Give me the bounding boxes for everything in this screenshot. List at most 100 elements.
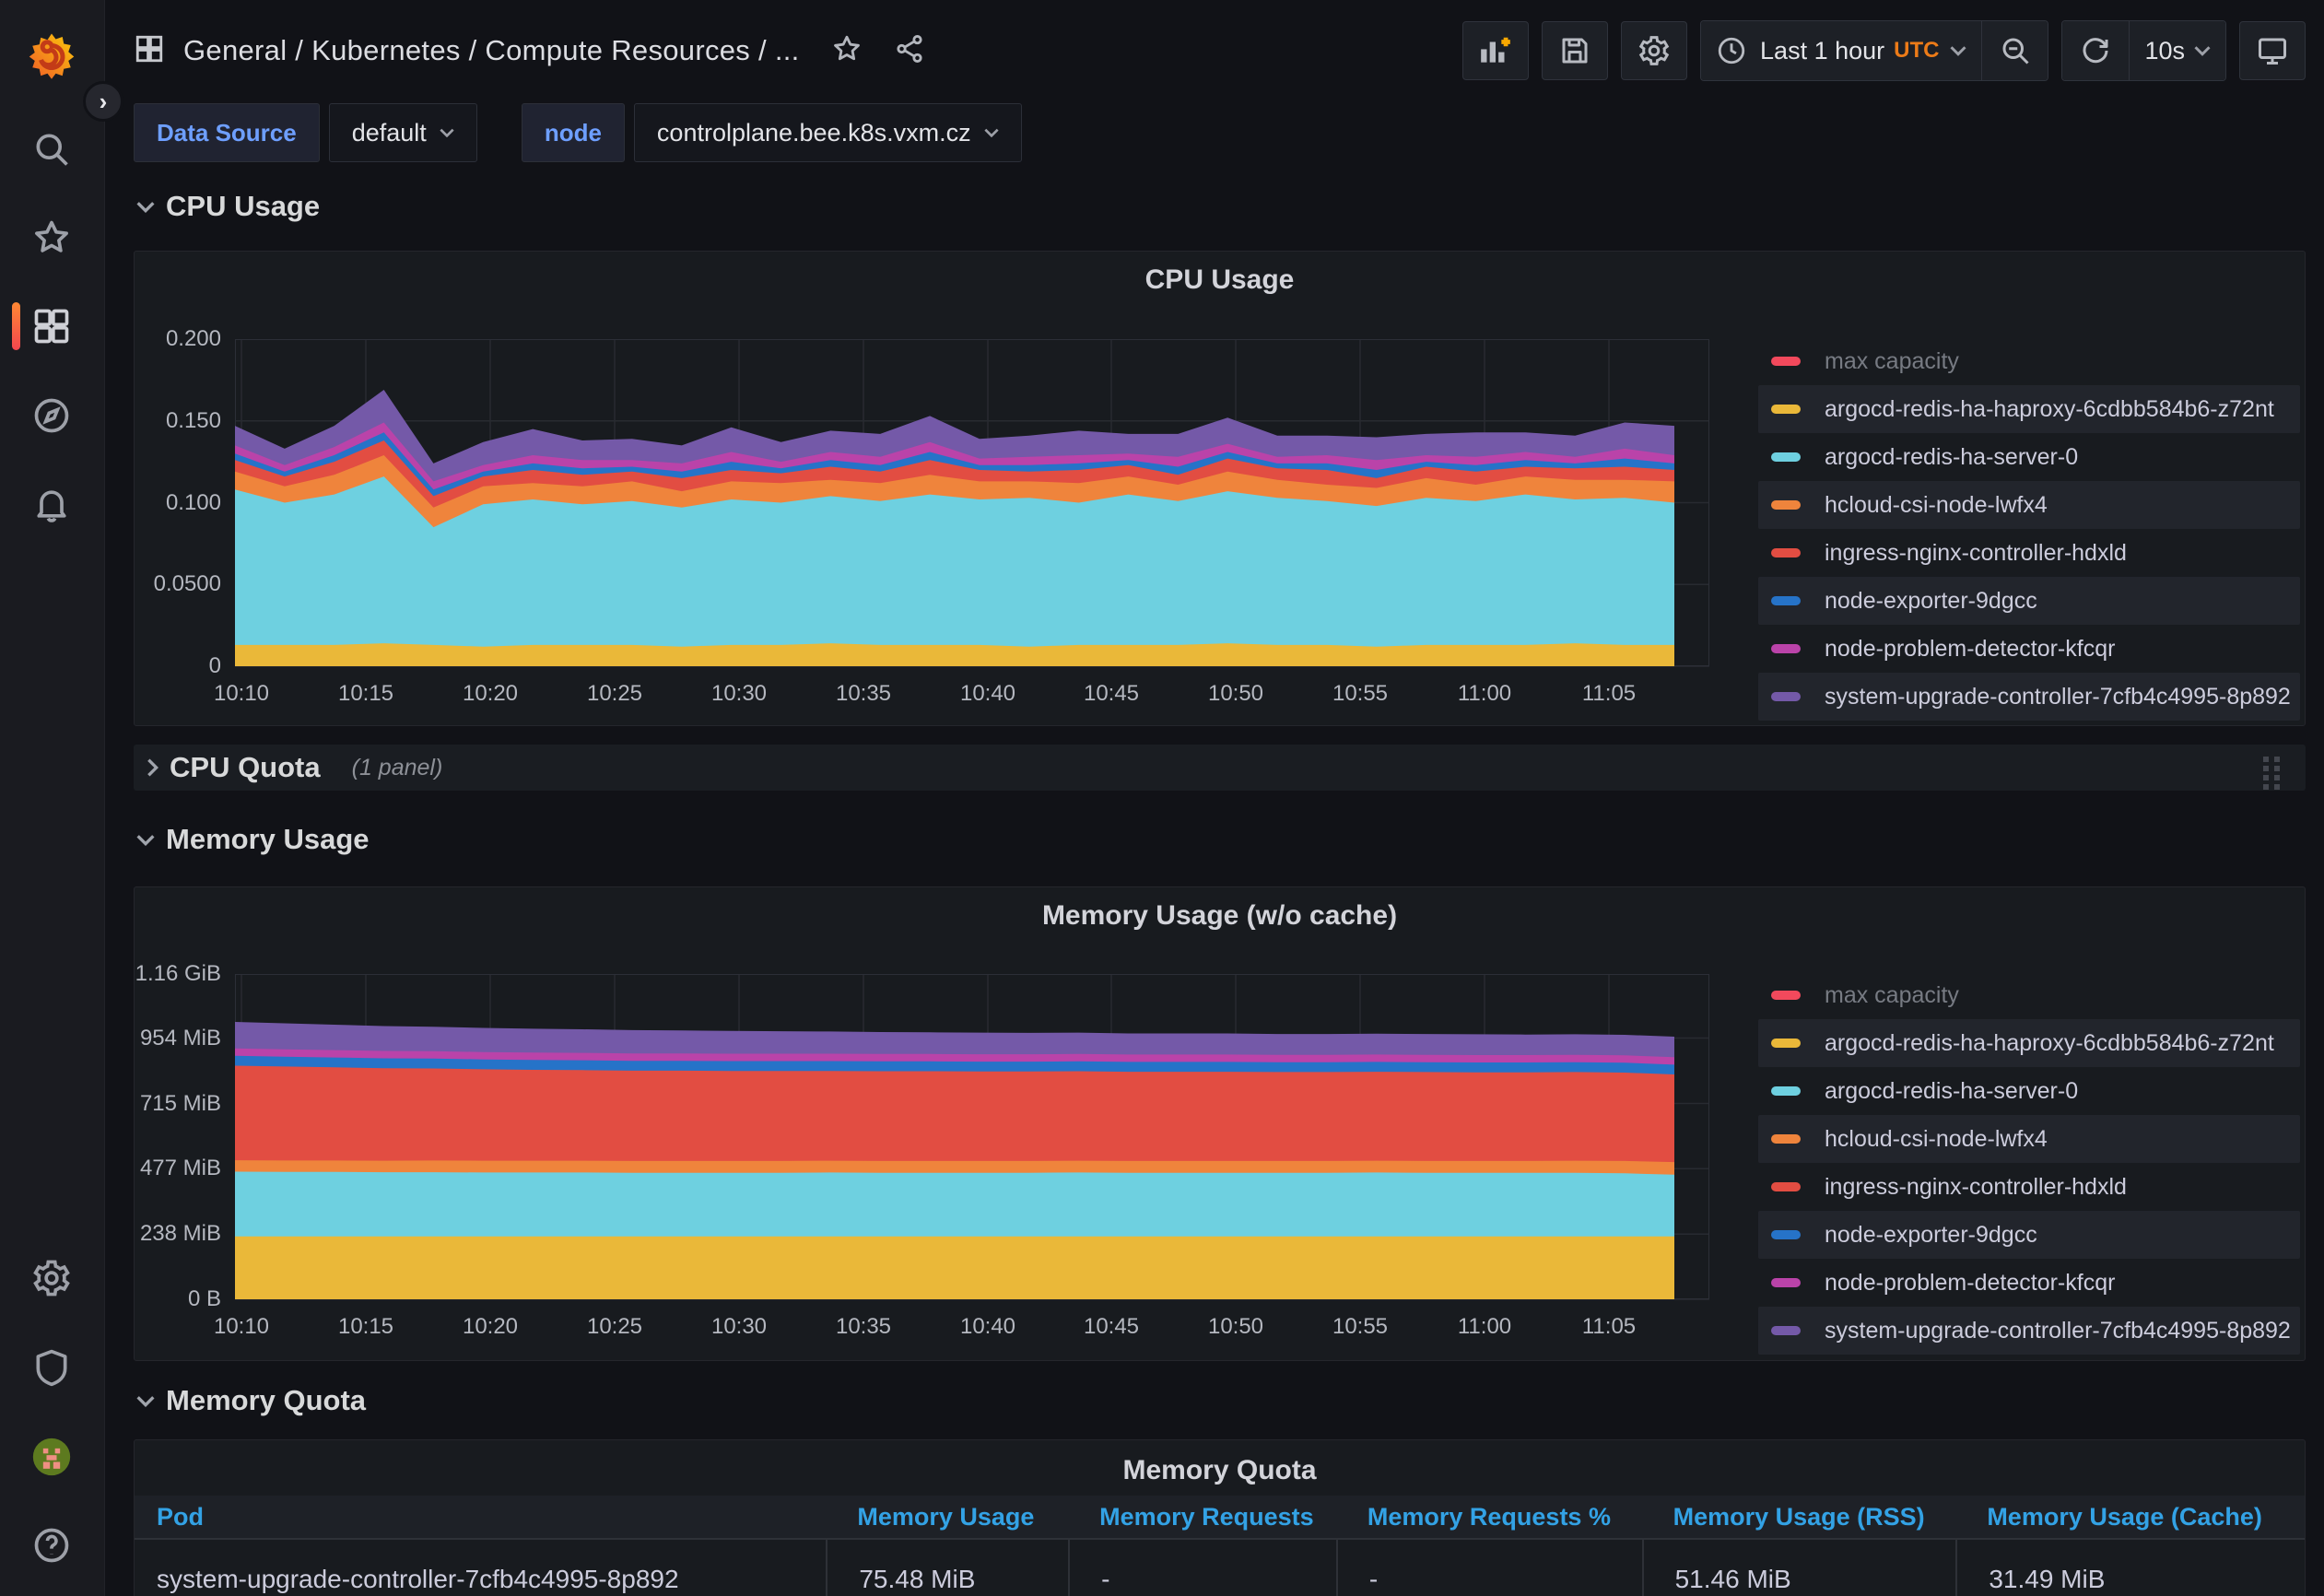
legend-series-name[interactable]: max capacity — [1825, 348, 1959, 375]
section-memory-quota[interactable]: Memory Quota — [136, 1384, 366, 1417]
active-section-indicator — [12, 302, 20, 350]
column-header[interactable]: Memory Usage — [826, 1496, 1068, 1538]
legend-item[interactable]: ingress-nginx-controller-hdxld — [1758, 529, 2300, 577]
chevron-down-icon — [136, 834, 155, 846]
cycle-view-mode-button[interactable] — [2239, 21, 2306, 80]
help-icon[interactable] — [31, 1525, 72, 1566]
legend-item[interactable]: node-problem-detector-kfcqr — [1758, 1259, 2300, 1307]
chevron-down-icon — [1950, 45, 1966, 56]
star-dashboard-icon[interactable] — [831, 33, 863, 69]
search-icon[interactable] — [31, 129, 72, 170]
timezone-label: UTC — [1894, 38, 1939, 64]
legend-item[interactable]: hcloud-csi-node-lwfx4 — [1758, 481, 2300, 529]
add-panel-button[interactable] — [1462, 21, 1529, 80]
legend-series-name[interactable]: argocd-redis-ha-server-0 — [1825, 444, 2078, 471]
table-row: system-upgrade-controller-7cfb4c4995-8p8… — [135, 1540, 2305, 1596]
breadcrumb[interactable]: General / Kubernetes / Compute Resources… — [183, 34, 800, 67]
legend-item[interactable]: max capacity — [1758, 971, 2300, 1019]
refresh-interval-picker[interactable]: 10s — [2129, 21, 2225, 80]
dashboard-settings-button[interactable] — [1621, 21, 1687, 80]
section-cpu-usage[interactable]: CPU Usage — [136, 190, 320, 223]
legend-series-name[interactable]: ingress-nginx-controller-hdxld — [1825, 1174, 2127, 1201]
configuration-gear-icon[interactable] — [31, 1258, 72, 1298]
legend-series-name[interactable]: node-problem-detector-kfcqr — [1825, 1270, 2115, 1297]
column-header[interactable]: Memory Requests — [1068, 1496, 1336, 1538]
legend-series-name[interactable]: hcloud-csi-node-lwfx4 — [1825, 492, 2048, 519]
datasource-variable-label: Data Source — [134, 103, 320, 162]
legend-series-name[interactable]: hcloud-csi-node-lwfx4 — [1825, 1126, 2048, 1153]
legend-item[interactable]: ingress-nginx-controller-hdxld — [1758, 1163, 2300, 1211]
sidebar — [0, 0, 105, 1596]
legend-item[interactable]: argocd-redis-ha-server-0 — [1758, 433, 2300, 481]
dashboard-variables: Data Source default node controlplane.be… — [134, 103, 1022, 162]
legend-item[interactable]: argocd-redis-ha-haproxy-6cdbb584b6-z72nt — [1758, 385, 2300, 433]
share-dashboard-icon[interactable] — [894, 33, 925, 69]
legend-series-name[interactable]: system-upgrade-controller-7cfb4c4995-8p8… — [1825, 684, 2291, 710]
section-memory-usage[interactable]: Memory Usage — [136, 823, 370, 856]
legend-color-swatch — [1771, 1278, 1801, 1287]
refresh-interval-label: 10s — [2144, 37, 2185, 65]
legend-series-name[interactable]: node-problem-detector-kfcqr — [1825, 636, 2115, 663]
legend-item[interactable]: node-problem-detector-kfcqr — [1758, 625, 2300, 673]
cpu-usage-legend: max capacity argocd-redis-ha-haproxy-6cdb… — [1758, 337, 2300, 721]
legend-color-swatch — [1771, 1182, 1801, 1191]
legend-item[interactable]: node-exporter-9dgcc — [1758, 1211, 2300, 1259]
legend-color-swatch — [1771, 500, 1801, 510]
user-avatar[interactable] — [31, 1437, 72, 1477]
time-range-picker[interactable]: Last 1 hour UTC — [1701, 21, 1981, 80]
section-cpu-quota[interactable]: CPU Quota (1 panel) — [134, 745, 2306, 791]
legend-series-name[interactable]: max capacity — [1825, 982, 1959, 1009]
column-header[interactable]: Memory Usage (Cache) — [1955, 1496, 2305, 1538]
legend-series-name[interactable]: system-upgrade-controller-7cfb4c4995-8p8… — [1825, 1318, 2291, 1344]
table-cell: 75.48 MiB — [826, 1540, 1068, 1596]
legend-item[interactable]: system-upgrade-controller-7cfb4c4995-8p8… — [1758, 1307, 2300, 1355]
zoom-out-time-button[interactable] — [1981, 21, 2048, 80]
dashboard-grid-icon — [134, 33, 165, 69]
table-header-row: PodMemory UsageMemory RequestsMemory Req… — [135, 1496, 2305, 1540]
legend-series-name[interactable]: node-exporter-9dgcc — [1825, 1222, 2037, 1249]
memory-usage-legend: max capacity argocd-redis-ha-haproxy-6cdb… — [1758, 971, 2300, 1355]
legend-series-name[interactable]: argocd-redis-ha-haproxy-6cdbb584b6-z72nt — [1825, 1030, 2274, 1057]
legend-series-name[interactable]: argocd-redis-ha-server-0 — [1825, 1078, 2078, 1105]
expand-sidebar-button[interactable]: › — [83, 81, 123, 122]
table-cell: 31.49 MiB — [1955, 1540, 2305, 1596]
node-variable-select[interactable]: controlplane.bee.k8s.vxm.cz — [634, 103, 1022, 162]
legend-series-name[interactable]: ingress-nginx-controller-hdxld — [1825, 540, 2127, 567]
legend-series-name[interactable]: argocd-redis-ha-haproxy-6cdbb584b6-z72nt — [1825, 396, 2274, 423]
chevron-right-icon — [147, 758, 158, 777]
legend-series-name[interactable]: node-exporter-9dgcc — [1825, 588, 2037, 615]
dashboards-icon[interactable] — [31, 306, 72, 346]
column-header[interactable]: Pod — [135, 1496, 826, 1538]
panel-title[interactable]: Memory Usage (w/o cache) — [135, 900, 2305, 932]
drag-handle-icon[interactable] — [2261, 757, 2285, 780]
legend-item[interactable]: argocd-redis-ha-haproxy-6cdbb584b6-z72nt — [1758, 1019, 2300, 1067]
legend-item[interactable]: hcloud-csi-node-lwfx4 — [1758, 1115, 2300, 1163]
legend-item[interactable]: max capacity — [1758, 337, 2300, 385]
chevron-down-icon — [136, 201, 155, 213]
datasource-variable-select[interactable]: default — [329, 103, 477, 162]
server-admin-shield-icon[interactable] — [31, 1347, 72, 1388]
explore-compass-icon[interactable] — [31, 395, 72, 436]
table-cell: 51.46 MiB — [1642, 1540, 1956, 1596]
panel-count: (1 panel) — [352, 755, 443, 781]
alerting-bell-icon[interactable] — [31, 484, 72, 524]
legend-color-swatch — [1771, 357, 1801, 366]
memory-quota-table: PodMemory UsageMemory RequestsMemory Req… — [135, 1496, 2305, 1596]
legend-color-swatch — [1771, 1134, 1801, 1144]
clock-icon — [1716, 35, 1747, 66]
panel-title[interactable]: Memory Quota — [135, 1455, 2305, 1486]
legend-item[interactable]: argocd-redis-ha-server-0 — [1758, 1067, 2300, 1115]
legend-item[interactable]: system-upgrade-controller-7cfb4c4995-8p8… — [1758, 673, 2300, 721]
legend-item[interactable]: node-exporter-9dgcc — [1758, 577, 2300, 625]
panel-title[interactable]: CPU Usage — [135, 264, 2305, 296]
starred-icon[interactable] — [31, 217, 72, 258]
refresh-button[interactable] — [2062, 21, 2129, 80]
save-dashboard-button[interactable] — [1542, 21, 1608, 80]
chevron-down-icon — [440, 128, 454, 137]
column-header[interactable]: Memory Usage (RSS) — [1642, 1496, 1956, 1538]
legend-color-swatch — [1771, 548, 1801, 557]
grafana-logo-icon[interactable] — [24, 31, 79, 87]
column-header[interactable]: Memory Requests % — [1336, 1496, 1642, 1538]
legend-color-swatch — [1771, 596, 1801, 605]
legend-color-swatch — [1771, 452, 1801, 462]
